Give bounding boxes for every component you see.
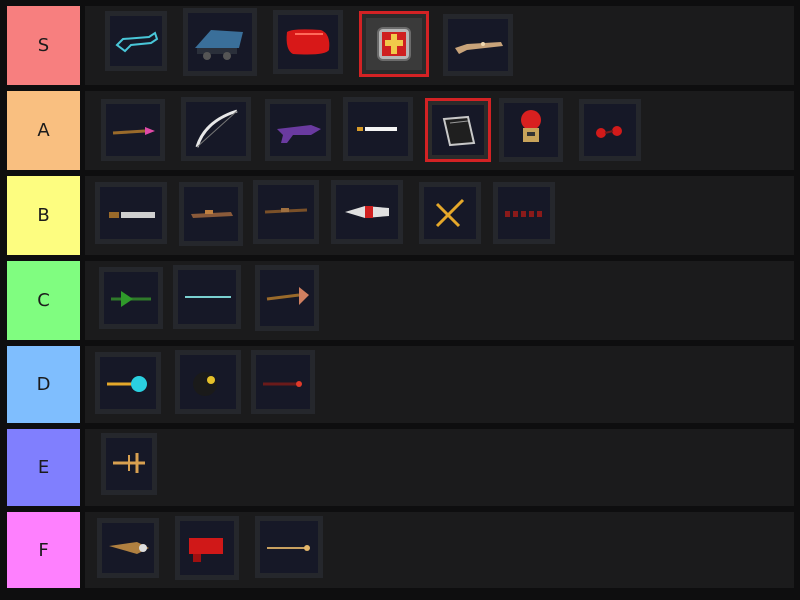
tier-list-board: S A B C D E F (0, 0, 800, 600)
tier-row-b: B (4, 174, 796, 257)
tier-row-d: D (4, 344, 796, 425)
black-bomb-icon[interactable] (175, 350, 241, 414)
golden-crossbow-icon[interactable] (419, 182, 481, 244)
broadsword-icon[interactable] (95, 182, 167, 244)
tier-items-d (85, 346, 794, 423)
golden-cross-shield-icon[interactable] (359, 11, 429, 77)
feathered-staff-icon[interactable] (255, 265, 319, 331)
tier-label-d[interactable]: D (7, 346, 80, 423)
tier-items-e (85, 429, 794, 506)
tier-items-c (85, 261, 794, 340)
tier-label-a[interactable]: A (7, 91, 80, 170)
tier-row-f: F (4, 510, 796, 590)
blue-tank-cannon-icon[interactable] (183, 8, 257, 76)
red-capped-mushroom-bomb-icon[interactable] (499, 98, 563, 162)
golden-trident-icon[interactable] (101, 433, 157, 495)
cyan-orb-gauntlet-icon[interactable] (95, 352, 161, 414)
tier-row-a: A (4, 89, 796, 172)
golden-fishing-rod-icon[interactable] (255, 516, 323, 578)
tier-items-f (85, 512, 794, 588)
tier-items-a (85, 91, 794, 170)
red-laser-pointer-icon[interactable] (251, 350, 315, 414)
green-leaf-spear-icon[interactable] (99, 267, 163, 329)
tier-label-e[interactable]: E (7, 429, 80, 506)
red-rocket-launcher-icon[interactable] (331, 180, 403, 244)
white-bow-icon[interactable] (181, 97, 251, 161)
red-crystal-wand-icon[interactable] (579, 99, 641, 161)
cyan-outline-blaster-icon[interactable] (105, 11, 167, 71)
tier-items-s (85, 6, 794, 85)
tier-label-s[interactable]: S (7, 6, 80, 85)
teal-lance-icon[interactable] (173, 265, 241, 329)
red-chain-whip-icon[interactable] (493, 182, 555, 244)
ornate-rifle-icon[interactable] (443, 14, 513, 76)
tier-row-e: E (4, 427, 796, 508)
tier-row-c: C (4, 259, 796, 342)
red-boxing-glove-icon[interactable] (273, 10, 343, 74)
black-spellbook-icon[interactable] (425, 98, 491, 162)
musket-icon[interactable] (253, 180, 319, 244)
red-megaphone-gun-icon[interactable] (175, 516, 239, 580)
tier-label-c[interactable]: C (7, 261, 80, 340)
purple-blaster-icon[interactable] (265, 99, 331, 161)
tier-label-f[interactable]: F (7, 512, 80, 588)
drill-cannon-icon[interactable] (97, 518, 159, 578)
tier-items-b (85, 176, 794, 255)
golden-hilt-sword-icon[interactable] (343, 97, 413, 161)
tier-label-b[interactable]: B (7, 176, 80, 255)
pink-magic-staff-icon[interactable] (101, 99, 165, 161)
tier-row-s: S (4, 4, 796, 87)
brown-rifle-icon[interactable] (179, 182, 243, 246)
